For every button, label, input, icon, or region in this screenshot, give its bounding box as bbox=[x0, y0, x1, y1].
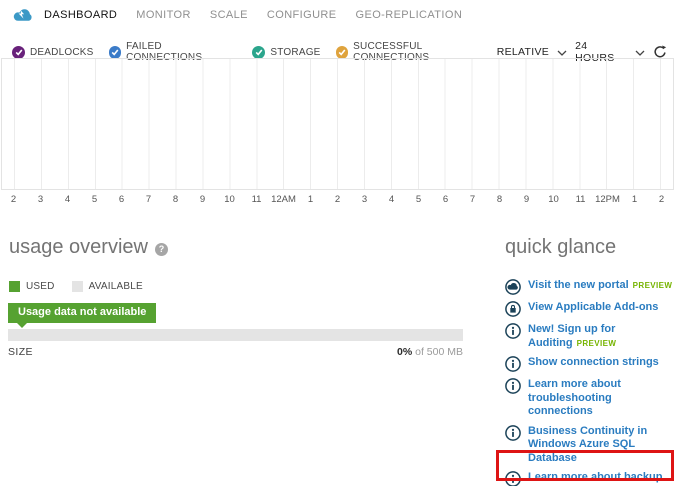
x-tick: 8 bbox=[172, 194, 179, 205]
x-tick: 11 bbox=[251, 194, 262, 205]
link-label: View Applicable Add-ons bbox=[528, 301, 659, 313]
x-tick: 4 bbox=[388, 194, 395, 205]
chart-x-axis: 2 3 4 5 6 7 8 9 10 11 12AM 1 2 3 4 5 6 7… bbox=[0, 194, 675, 205]
x-tick: 8 bbox=[496, 194, 503, 205]
tab-bar: DASHBOARD MONITOR SCALE CONFIGURE GEO-RE… bbox=[44, 9, 462, 21]
x-tick: 2 bbox=[658, 194, 665, 205]
x-tick: 5 bbox=[91, 194, 98, 205]
size-row: SIZE 0% of 500 MB bbox=[8, 346, 463, 358]
x-tick: 6 bbox=[442, 194, 449, 205]
usage-overview-title: usage overview bbox=[9, 236, 148, 258]
x-tick: 5 bbox=[415, 194, 422, 205]
help-icon[interactable]: ? bbox=[154, 242, 168, 256]
legend-label: DEADLOCKS bbox=[30, 46, 94, 58]
link-troubleshooting-connections[interactable]: Learn more about troubleshooting connect… bbox=[505, 378, 675, 419]
x-tick: 9 bbox=[523, 194, 530, 205]
chevron-down-icon[interactable] bbox=[557, 50, 567, 56]
addons-bag-icon bbox=[505, 301, 521, 317]
available-swatch bbox=[71, 281, 83, 292]
preview-badge: PREVIEW bbox=[576, 338, 617, 348]
chevron-down-icon[interactable] bbox=[635, 50, 645, 56]
x-tick: 1 bbox=[631, 194, 638, 205]
link-label: Visit the new portal PREVIEW bbox=[528, 279, 673, 291]
link-show-connection-strings[interactable]: Show connection strings bbox=[505, 356, 675, 372]
link-view-addons[interactable]: View Applicable Add-ons bbox=[505, 301, 675, 317]
quick-glance-list: Visit the new portal PREVIEW View Applica… bbox=[505, 279, 675, 486]
x-tick: 4 bbox=[64, 194, 71, 205]
tab-configure[interactable]: CONFIGURE bbox=[267, 9, 337, 21]
legend-used: USED bbox=[9, 281, 55, 292]
checkmark-icon bbox=[335, 45, 349, 59]
legend-item-deadlocks[interactable]: DEADLOCKS bbox=[12, 45, 94, 59]
size-label: SIZE bbox=[8, 346, 33, 358]
link-business-continuity[interactable]: Business Continuity in Windows Azure SQL… bbox=[505, 425, 675, 466]
usage-legend: USED AVAILABLE bbox=[9, 281, 143, 292]
link-label: Show connection strings bbox=[528, 356, 659, 368]
x-tick: 9 bbox=[199, 194, 206, 205]
checkmark-icon bbox=[108, 45, 122, 59]
x-tick: 7 bbox=[469, 194, 476, 205]
x-tick: 10 bbox=[548, 194, 559, 205]
used-label: USED bbox=[26, 281, 55, 292]
tab-monitor[interactable]: MONITOR bbox=[136, 9, 191, 21]
info-icon bbox=[505, 323, 521, 339]
link-backup-restore[interactable]: Learn more about backup and restore bbox=[505, 471, 675, 486]
x-tick: 3 bbox=[361, 194, 368, 205]
link-visit-new-portal[interactable]: Visit the new portal PREVIEW bbox=[505, 279, 675, 295]
tab-geo-replication[interactable]: GEO-REPLICATION bbox=[356, 9, 463, 21]
usage-tooltip: Usage data not available bbox=[8, 303, 157, 328]
x-tick: 12AM bbox=[271, 194, 296, 205]
legend-available: AVAILABLE bbox=[71, 281, 143, 292]
mode-select[interactable]: RELATIVE bbox=[497, 46, 549, 58]
link-label: Learn more about backup and restore bbox=[528, 471, 663, 486]
x-tick: 3 bbox=[37, 194, 44, 205]
x-tick: 7 bbox=[145, 194, 152, 205]
x-tick: 6 bbox=[118, 194, 125, 205]
info-icon bbox=[505, 471, 521, 486]
available-label: AVAILABLE bbox=[88, 281, 143, 292]
tab-dashboard[interactable]: DASHBOARD bbox=[44, 9, 117, 21]
info-icon bbox=[505, 378, 521, 394]
top-nav: DASHBOARD MONITOR SCALE CONFIGURE GEO-RE… bbox=[12, 7, 462, 22]
checkmark-icon bbox=[12, 45, 25, 59]
cloud-circle-icon bbox=[505, 279, 521, 295]
used-swatch bbox=[9, 281, 20, 292]
x-tick: 1 bbox=[307, 194, 314, 205]
size-percent: 0% bbox=[397, 346, 413, 358]
usage-overview-section: usage overview ? bbox=[9, 236, 168, 259]
size-value: 0% of 500 MB bbox=[397, 346, 463, 358]
info-icon bbox=[505, 424, 521, 441]
preview-badge: PREVIEW bbox=[632, 281, 673, 290]
link-label: Business Continuity in Windows Azure SQL… bbox=[528, 424, 648, 464]
x-tick: 11 bbox=[575, 194, 586, 205]
x-tick: 10 bbox=[224, 194, 235, 205]
link-signup-auditing[interactable]: New! Sign up for Auditing PREVIEW bbox=[505, 323, 675, 350]
azure-sql-dashboard: DASHBOARD MONITOR SCALE CONFIGURE GEO-RE… bbox=[0, 0, 675, 486]
refresh-icon[interactable] bbox=[653, 45, 667, 59]
x-tick: 2 bbox=[10, 194, 17, 205]
azure-cloud-icon bbox=[13, 9, 32, 21]
legend-item-storage[interactable]: STORAGE bbox=[252, 45, 321, 59]
tab-scale[interactable]: SCALE bbox=[210, 9, 248, 21]
info-icon bbox=[505, 356, 521, 372]
usage-progress-bar bbox=[8, 329, 463, 341]
legend-label: STORAGE bbox=[270, 46, 321, 58]
checkmark-icon bbox=[252, 45, 266, 59]
quick-glance-title: quick glance bbox=[505, 236, 617, 258]
quick-glance-section: quick glance bbox=[505, 236, 616, 259]
metrics-chart[interactable] bbox=[1, 58, 674, 190]
x-tick: 12PM bbox=[595, 194, 620, 205]
link-label: New! Sign up for Auditing PREVIEW bbox=[528, 323, 617, 349]
size-total: of 500 MB bbox=[412, 346, 463, 358]
link-label: Learn more about troubleshooting connect… bbox=[528, 378, 621, 417]
x-tick: 2 bbox=[334, 194, 341, 205]
